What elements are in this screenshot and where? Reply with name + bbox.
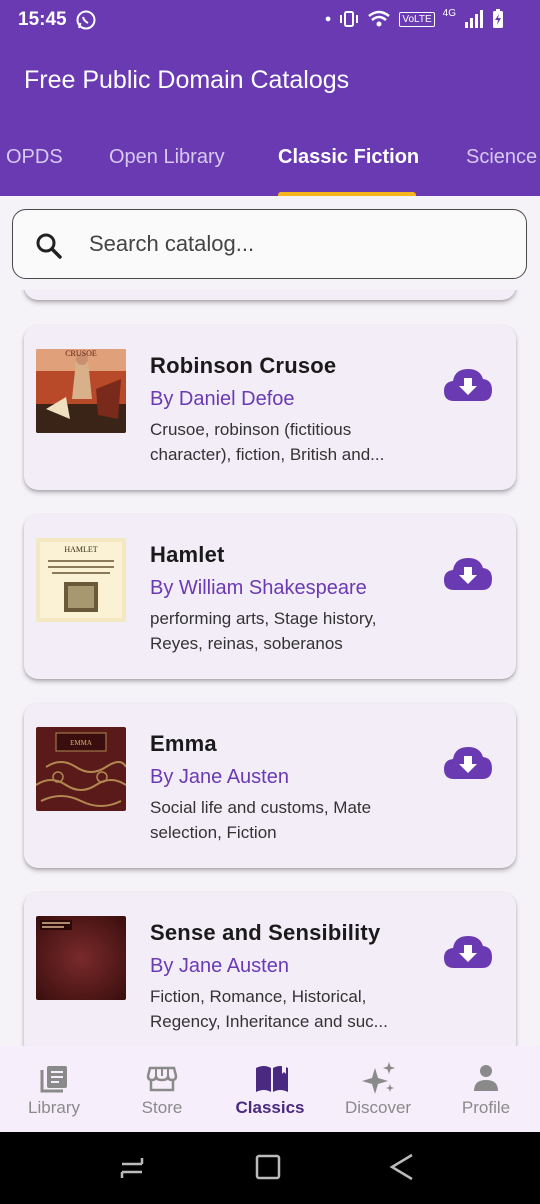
wifi-icon — [368, 10, 391, 27]
nav-label: Store — [141, 1098, 183, 1117]
page-title: Free Public Domain Catalogs — [24, 66, 350, 94]
sparkle-icon — [362, 1062, 395, 1094]
person-icon — [474, 1065, 498, 1091]
book-list[interactable]: CRUSOE Robinson Crusoe By Daniel Defoe C… — [0, 290, 540, 1046]
search-input[interactable] — [89, 224, 489, 264]
status-time: 15:45 — [18, 9, 67, 30]
vibrate-icon — [340, 11, 359, 27]
whatsapp-icon — [75, 9, 97, 36]
book-author[interactable]: By Jane Austen — [150, 766, 289, 789]
book-cover-title: HAMLET — [64, 545, 97, 554]
tab-classic-fiction[interactable]: Classic Fiction — [278, 146, 419, 169]
download-icon[interactable] — [442, 932, 494, 972]
book-card-hamlet[interactable]: HAMLET Hamlet By William Shakespeare per… — [24, 514, 516, 679]
signal-icon — [465, 10, 483, 28]
book-title[interactable]: Sense and Sensibility — [150, 920, 380, 946]
status-bar: 15:45 ● VoLTE 4G — [0, 0, 540, 40]
book-title[interactable]: Robinson Crusoe — [150, 353, 336, 379]
book-cover-title: EMMA — [70, 739, 92, 747]
home-icon[interactable] — [255, 1154, 281, 1180]
download-icon[interactable] — [442, 554, 494, 594]
book-author[interactable]: By Daniel Defoe — [150, 388, 295, 411]
search-bar[interactable] — [12, 209, 527, 279]
library-icon — [40, 1066, 67, 1093]
nav-label: Library — [28, 1098, 80, 1117]
book-card-sense-and-sensibility[interactable]: Sense and Sensibility By Jane Austen Fic… — [24, 892, 516, 1046]
recents-icon[interactable] — [118, 1154, 146, 1182]
nav-library[interactable]: Library — [0, 1046, 108, 1132]
app-bar: Free Public Domain Catalogs — [0, 40, 540, 126]
book-title[interactable]: Hamlet — [150, 542, 225, 568]
nav-store[interactable]: Store — [108, 1046, 216, 1132]
book-subjects: Fiction, Romance, Historical, Regency, I… — [150, 987, 388, 1031]
nav-profile[interactable]: Profile — [432, 1046, 540, 1132]
nav-classics[interactable]: Classics — [216, 1046, 324, 1132]
tab-indicator — [278, 192, 416, 196]
book-title[interactable]: Emma — [150, 731, 217, 757]
nav-label: Classics — [235, 1098, 305, 1117]
tab-science[interactable]: Science — [466, 146, 537, 169]
tab-opds[interactable]: OPDS — [6, 146, 63, 169]
book-cover-title: CRUSOE — [65, 349, 97, 358]
book-card-partial[interactable] — [24, 290, 516, 300]
download-icon[interactable] — [442, 365, 494, 405]
search-icon — [36, 233, 62, 259]
book-author[interactable]: By Jane Austen — [150, 955, 289, 978]
store-icon — [146, 1066, 178, 1092]
book-subjects: Social life and customs, Mate selection,… — [150, 798, 372, 842]
nav-discover[interactable]: Discover — [324, 1046, 432, 1132]
book-open-icon — [256, 1064, 288, 1092]
download-icon[interactable] — [442, 743, 494, 783]
bottom-navigation: Library Store Classics Discover Profile — [0, 1046, 540, 1132]
book-cover: EMMA — [36, 727, 126, 811]
book-subjects: performing arts, Stage history, Reyes, r… — [150, 609, 377, 653]
book-subjects: Crusoe, robinson (fictitious character),… — [150, 420, 385, 464]
book-cover: CRUSOE — [36, 349, 126, 433]
network-type: 4G — [442, 7, 456, 19]
nav-label: Profile — [461, 1098, 511, 1117]
book-card-emma[interactable]: EMMA Emma By Jane Austen Social life and… — [24, 703, 516, 868]
book-card-robinson-crusoe[interactable]: CRUSOE Robinson Crusoe By Daniel Defoe C… — [24, 325, 516, 490]
back-icon[interactable] — [388, 1152, 416, 1182]
volte-badge: VoLTE — [399, 11, 435, 27]
book-author[interactable]: By William Shakespeare — [150, 577, 367, 600]
tab-open-library[interactable]: Open Library — [109, 146, 225, 169]
book-cover — [36, 916, 126, 1000]
nav-label: Discover — [344, 1098, 412, 1117]
status-icons: ● VoLTE 4G — [324, 7, 504, 29]
dot-icon: ● — [324, 13, 332, 25]
catalog-tabs: OPDS Open Library Classic Fiction Scienc… — [0, 126, 540, 196]
book-cover: HAMLET — [36, 538, 126, 622]
battery-charging-icon — [493, 9, 503, 28]
system-navigation-bar — [0, 1132, 540, 1204]
